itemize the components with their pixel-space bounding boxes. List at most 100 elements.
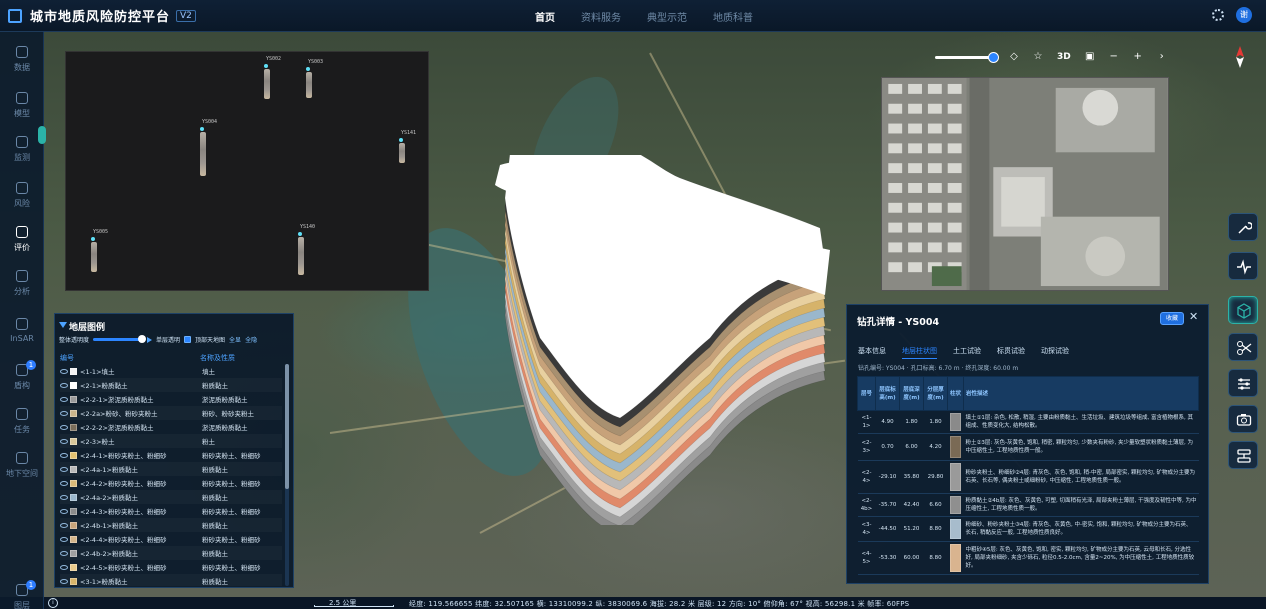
tab-soil-test[interactable]: 土工试验 <box>953 346 981 359</box>
compass-icon[interactable] <box>1234 46 1246 68</box>
legend-row[interactable]: <2-4-4>粉砂夹粉土、粉细砂 粉砂夹粉土、粉细砂 <box>60 532 282 546</box>
eye-icon[interactable] <box>60 466 68 472</box>
tab-spt-test[interactable]: 标贯试验 <box>997 346 1025 359</box>
legend-row[interactable]: <2-4-5>粉砂夹粉土、粉细砂 粉砂夹粉土、粉细砂 <box>60 560 282 574</box>
sidebar-item-4[interactable]: 评价 <box>0 222 44 262</box>
borehole-marker-icon[interactable] <box>264 64 268 68</box>
legend-row[interactable]: <2-3>粉土 粉土 <box>60 434 282 448</box>
sidebar-item-3[interactable]: 风险 <box>0 178 44 218</box>
tab-dynamic-test[interactable]: 动探试验 <box>1041 346 1069 359</box>
legend-scrollbar[interactable] <box>285 364 289 586</box>
play-icon[interactable] <box>147 336 153 343</box>
zoom-slider-knob[interactable] <box>988 51 999 63</box>
sidebar-item-5[interactable]: 分析 <box>0 266 44 306</box>
sidebar-item-8[interactable]: 任务 <box>0 404 44 444</box>
zoom-slider[interactable] <box>935 51 999 63</box>
opacity-slider-knob[interactable] <box>138 335 147 343</box>
tab-basic-info[interactable]: 基本信息 <box>858 346 886 359</box>
tool-cut-button[interactable] <box>1228 333 1258 361</box>
borehole-column[interactable] <box>200 132 206 176</box>
sidebar-item-10[interactable]: 图层 1 <box>0 580 44 609</box>
legend-row[interactable]: <1-1>填土 填土 <box>60 364 282 378</box>
legend-row[interactable]: <2-2-2>淤泥质粉质黏土 淤泥质粉质黏土 <box>60 420 282 434</box>
stratum-table-row[interactable]: <2-4b> -35.70 42.40 6.60 粉质黏土②4b层: 灰色、灰黄色, 可… <box>857 493 1199 517</box>
borehole-marker-icon[interactable] <box>91 237 95 241</box>
satellite-inset[interactable] <box>881 77 1169 291</box>
legend-scrollbar-thumb[interactable] <box>285 364 289 489</box>
sidebar-item-1[interactable]: 模型 <box>0 88 44 128</box>
theme-toggle-icon[interactable] <box>1212 9 1224 21</box>
eye-icon[interactable] <box>60 438 68 444</box>
borehole-column[interactable] <box>306 72 312 98</box>
geology-3d-model[interactable] <box>480 155 860 525</box>
opacity-slider[interactable] <box>93 335 147 343</box>
borehole-3d-view[interactable]: YS002 YS003 YS004 YS141 YS005 YS140 <box>65 51 429 291</box>
info-icon[interactable]: i <box>48 598 58 608</box>
borehole-column[interactable] <box>298 237 304 275</box>
eye-icon[interactable] <box>60 494 68 500</box>
nav-demo[interactable]: 典型示范 <box>647 9 687 24</box>
eye-icon[interactable] <box>60 564 68 570</box>
sidebar-item-6[interactable]: InSAR <box>0 314 44 354</box>
borehole-marker-icon[interactable] <box>200 127 204 131</box>
collapse-triangle-icon[interactable] <box>59 322 67 328</box>
stratum-table-row[interactable]: <3-4> -44.50 51.20 8.80 粉细砂、粉砂夹粉土③4层: 青灰色、灰黄… <box>857 516 1199 542</box>
eye-icon[interactable] <box>60 578 68 584</box>
legend-row[interactable]: <2-2-1>淤泥质粉质黏土 淤泥质粉质黏土 <box>60 392 282 406</box>
single-transparent-toggle[interactable]: 单层透明 <box>156 335 180 344</box>
sidebar-item-7[interactable]: 盾构 1 <box>0 360 44 400</box>
sidebar-item-0[interactable]: 数据 <box>0 42 44 82</box>
borehole-marker-icon[interactable] <box>306 67 310 71</box>
sidebar-item-9[interactable]: 地下空间 <box>0 448 44 488</box>
tool-wrench-button[interactable] <box>1228 213 1258 241</box>
eye-icon[interactable] <box>60 522 68 528</box>
borehole-column[interactable] <box>264 69 270 99</box>
zoom-in-icon[interactable]: + <box>1133 52 1143 62</box>
legend-row[interactable]: <2-4-3>粉砂夹粉土、粉细砂 粉砂夹粉土、粉细砂 <box>60 504 282 518</box>
tool-layers-button[interactable] <box>1228 441 1258 469</box>
show-all-link[interactable]: 全显 <box>229 335 241 344</box>
chevron-right-icon[interactable]: › <box>1157 52 1167 62</box>
tool-screenshot-button[interactable] <box>1228 405 1258 433</box>
eye-icon[interactable] <box>60 550 68 556</box>
borehole-marker-icon[interactable] <box>399 138 403 142</box>
nav-home[interactable]: 首页 <box>535 9 555 24</box>
eye-icon[interactable] <box>60 536 68 542</box>
tool-monitor-button[interactable] <box>1228 252 1258 280</box>
stratum-table-row[interactable]: <2-3> 0.70 6.00 4.20 粉土②3层: 灰色-灰黄色, 饱和, 稍密, … <box>857 433 1199 461</box>
borehole-column[interactable] <box>399 143 405 163</box>
legend-row[interactable]: <2-4a-1>粉质黏土 粉质黏土 <box>60 462 282 476</box>
legend-row[interactable]: <2-1>粉质黏土 粉质黏土 <box>60 378 282 392</box>
borehole-marker-icon[interactable] <box>298 232 302 236</box>
stratum-table-row[interactable]: <4-5> -53.30 60.00 8.80 中粗砂④5层: 灰色、灰黄色, 饱和, … <box>857 541 1199 575</box>
legend-row[interactable]: <2-4a-2>粉质黏土 粉质黏土 <box>60 490 282 504</box>
legend-list[interactable]: <1-1>填土 填土 <2-1>粉质黏土 粉质黏土 <2-2-1>淤泥质粉质黏土 淤泥质粉… <box>60 364 288 586</box>
nav-data-service[interactable]: 资料服务 <box>581 9 621 24</box>
zoom-out-icon[interactable]: − <box>1109 52 1119 62</box>
eye-icon[interactable] <box>60 410 68 416</box>
hide-all-link[interactable]: 全隐 <box>245 335 257 344</box>
legend-row[interactable]: <2-4-2>粉砂夹粉土、粉细砂 粉砂夹粉土、粉细砂 <box>60 476 282 490</box>
mode-3d-button[interactable]: 3D <box>1057 52 1071 62</box>
sidebar-item-2[interactable]: 监测 <box>0 132 44 172</box>
eye-icon[interactable] <box>60 368 68 374</box>
legend-row[interactable]: <2-4b-1>粉质黏土 粉质黏土 <box>60 518 282 532</box>
tab-stratum-column[interactable]: 地层柱状图 <box>902 346 937 359</box>
eye-icon[interactable] <box>60 508 68 514</box>
legend-row[interactable]: <2-2a>粉砂、粉砂夹粉土 粉砂、粉砂夹粉土 <box>60 406 282 420</box>
legend-row[interactable]: <2-4-1>粉砂夹粉土、粉细砂 粉砂夹粉土、粉细砂 <box>60 448 282 462</box>
legend-row[interactable]: <2-4b-2>粉质黏土 粉质黏土 <box>60 546 282 560</box>
tool-model-button[interactable] <box>1228 296 1258 324</box>
eye-icon[interactable] <box>60 382 68 388</box>
tool-adjust-button[interactable] <box>1228 369 1258 397</box>
legend-row[interactable]: <3-1>粉质黏土 粉质黏土 <box>60 574 282 586</box>
close-icon[interactable]: ✕ <box>1189 310 1198 323</box>
borehole-column[interactable] <box>91 242 97 272</box>
eye-icon[interactable] <box>60 480 68 486</box>
user-avatar[interactable]: 谢 <box>1236 7 1252 23</box>
image-icon[interactable]: ▣ <box>1085 52 1095 62</box>
favorite-button[interactable]: 收藏 <box>1160 312 1184 325</box>
eye-icon[interactable] <box>60 452 68 458</box>
star-icon[interactable]: ☆ <box>1033 52 1043 62</box>
diamond-icon[interactable]: ◇ <box>1009 52 1019 62</box>
